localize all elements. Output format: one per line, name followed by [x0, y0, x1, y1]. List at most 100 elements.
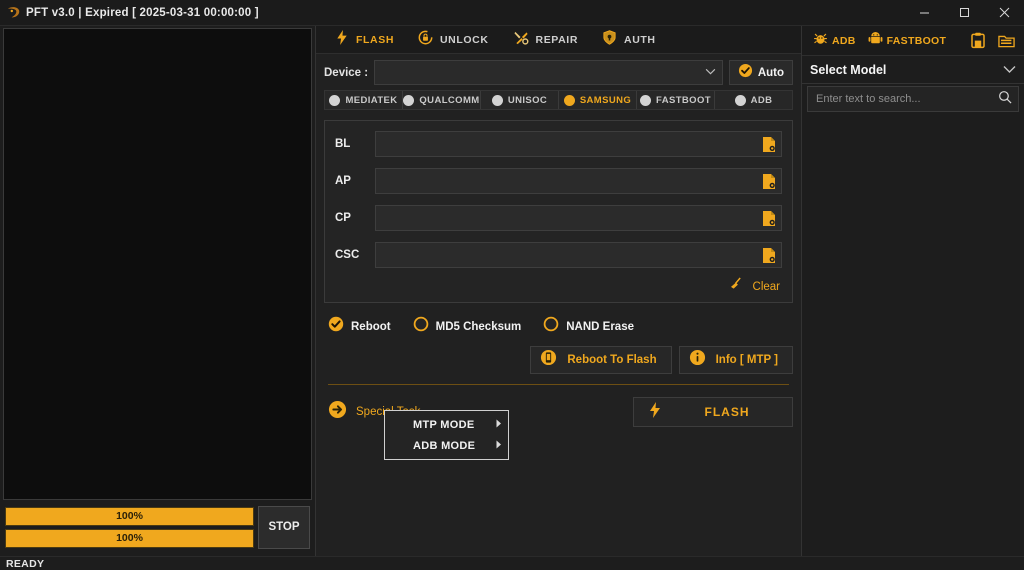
status-text: READY [6, 557, 45, 570]
device-label: Device : [324, 66, 369, 79]
status-bar: READY [0, 556, 1024, 570]
section-divider [328, 384, 789, 385]
open-folder-icon[interactable] [995, 30, 1018, 51]
android-bug-icon [813, 31, 828, 51]
minimize-icon[interactable] [904, 0, 944, 26]
option-label: Reboot [351, 320, 391, 333]
log-output[interactable] [3, 28, 312, 500]
chipset-mediatek[interactable]: MEDIATEK [325, 91, 403, 109]
file-browse-icon[interactable] [761, 173, 777, 190]
chipset-label: ADB [750, 94, 773, 106]
file-browse-icon[interactable] [761, 136, 777, 153]
reboot-to-flash-button[interactable]: Reboot To Flash [530, 346, 672, 374]
info-mtp-button[interactable]: Info [ MTP ] [678, 346, 793, 374]
special-task-row: Special Task MTP MODE ADB MODE [328, 397, 793, 460]
lock-circle-icon [418, 30, 433, 50]
auto-label: Auto [757, 66, 784, 79]
submenu-arrow-icon [496, 419, 502, 430]
lightning-icon [648, 401, 662, 423]
tab-label: UNLOCK [440, 33, 489, 46]
progress-bar-primary: 100% [5, 506, 254, 526]
file-label: AP [335, 175, 351, 187]
auto-checkbox[interactable]: Auto [728, 60, 793, 85]
submenu-arrow-icon [496, 440, 502, 451]
tab-flash[interactable]: FLASH [326, 28, 403, 52]
option-nand-erase[interactable]: NAND Erase [543, 316, 634, 337]
tab-bar: FLASH UNLOCK REPAIR AUTH [316, 26, 801, 54]
file-browse-icon[interactable] [761, 210, 777, 227]
action-label: Info [ MTP ] [715, 354, 778, 366]
option-md5-checksum[interactable]: MD5 Checksum [413, 316, 522, 337]
flash-button-label: FLASH [704, 405, 750, 419]
action-label: Reboot To Flash [567, 354, 657, 366]
cp-file-input[interactable] [375, 205, 782, 231]
clear-button[interactable]: Clear [753, 281, 780, 293]
chipset-label: SAMSUNG [579, 94, 632, 106]
radio-selected-icon [563, 94, 575, 106]
title-bar: PFT v3.0 | Expired [ 2025-03-31 00:00:00… [0, 0, 1024, 26]
menu-item-label: ADB MODE [413, 439, 476, 452]
model-select[interactable]: Select Model [802, 56, 1024, 84]
device-row: Device : Auto [316, 54, 801, 90]
android-robot-icon [868, 31, 883, 51]
search-icon[interactable] [998, 90, 1012, 109]
flash-button[interactable]: FLASH [633, 397, 793, 427]
tab-repair[interactable]: REPAIR [504, 28, 588, 52]
check-filled-icon [328, 316, 344, 337]
option-reboot[interactable]: Reboot [328, 316, 391, 337]
radio-icon [734, 94, 746, 106]
info-icon [689, 349, 706, 371]
tools-icon [513, 30, 529, 50]
file-row-csc: CSC [335, 242, 782, 268]
model-list[interactable] [802, 112, 1024, 556]
progress-label: 100% [116, 532, 143, 544]
chipset-fastboot[interactable]: FASTBOOT [637, 91, 715, 109]
file-label: CP [335, 212, 351, 224]
tab-label: REPAIR [535, 33, 579, 46]
center-panel: FLASH UNLOCK REPAIR AUTH Device: Auto M… [315, 26, 802, 556]
save-clipboard-icon[interactable] [967, 30, 989, 51]
file-row-ap: AP [335, 168, 782, 194]
menu-item-adb-mode[interactable]: ADB MODE [385, 435, 508, 456]
chipset-label: UNISOC [507, 94, 548, 106]
file-browse-icon[interactable] [761, 247, 777, 264]
chipset-adb[interactable]: ADB [715, 91, 792, 109]
adb-button[interactable]: ADB [810, 29, 859, 53]
window-title: PFT v3.0 | Expired [ 2025-03-31 00:00:00… [26, 6, 259, 19]
phone-reboot-icon [540, 349, 557, 371]
app-logo-icon [0, 5, 26, 20]
option-label: NAND Erase [566, 320, 634, 333]
bl-file-input[interactable] [375, 131, 782, 157]
clear-row: Clear [335, 277, 782, 296]
tab-label: FLASH [356, 33, 394, 46]
right-panel: ADB FASTBOOT Select Model Enter text to … [802, 26, 1024, 556]
broom-icon[interactable] [728, 277, 743, 296]
device-select[interactable] [374, 60, 723, 85]
check-filled-icon [738, 63, 753, 83]
fastboot-button[interactable]: FASTBOOT [865, 29, 950, 53]
file-label: BL [335, 138, 351, 150]
tab-auth[interactable]: AUTH [593, 28, 665, 52]
tab-unlock[interactable]: UNLOCK [409, 28, 498, 52]
menu-item-mtp-mode[interactable]: MTP MODE [385, 414, 508, 435]
stop-button[interactable]: STOP [258, 505, 310, 549]
chipset-label: MEDIATEK [345, 94, 398, 106]
ap-file-input[interactable] [375, 168, 782, 194]
chipset-label: QUALCOMM [419, 94, 480, 106]
adb-label: ADB [832, 34, 856, 47]
close-icon[interactable] [984, 0, 1024, 26]
chipset-unisoc[interactable]: UNISOC [481, 91, 559, 109]
lightning-icon [335, 29, 349, 50]
model-search-input[interactable]: Enter text to search... [807, 86, 1019, 112]
option-label: MD5 Checksum [435, 320, 522, 333]
chipset-label: FASTBOOT [656, 94, 711, 106]
menu-item-label: MTP MODE [413, 418, 475, 431]
maximize-icon[interactable] [944, 0, 984, 26]
radio-icon [491, 94, 503, 106]
progress-area: 100% 100% STOP [3, 503, 312, 553]
csc-file-input[interactable] [375, 242, 782, 268]
chipset-samsung[interactable]: SAMSUNG [559, 91, 637, 109]
chipset-radio-group: MEDIATEK QUALCOMM UNISOC SAMSUNG FASTBOO… [324, 90, 793, 110]
chipset-qualcomm[interactable]: QUALCOMM [403, 91, 481, 109]
flash-options: Reboot MD5 Checksum NAND Erase [328, 316, 793, 337]
